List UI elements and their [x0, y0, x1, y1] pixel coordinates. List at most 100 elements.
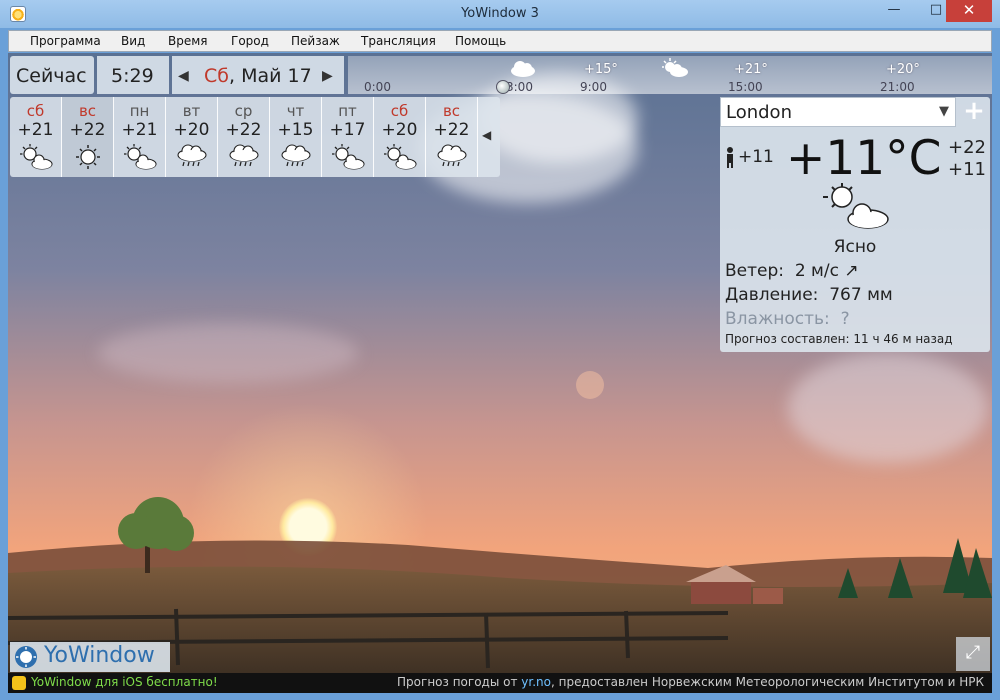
rain-icon: [436, 144, 467, 167]
forecast-day[interactable]: вт +20: [166, 97, 218, 177]
forecast-day[interactable]: чт +15: [270, 97, 322, 177]
forecast-day-name: сб: [26, 102, 45, 120]
partly-cloudy-icon: [662, 58, 688, 77]
partly-cloudy-icon: [331, 144, 365, 170]
condition-text: Ясно: [833, 237, 877, 257]
yrno-link[interactable]: yr.no: [521, 675, 551, 689]
logo-text: YoWindow: [44, 643, 155, 668]
forecast-day-name: чт: [286, 102, 305, 120]
partly-cloudy-icon: [123, 144, 157, 170]
close-button[interactable]: ✕: [946, 0, 992, 22]
now-button[interactable]: Сейчас: [10, 56, 94, 94]
timeline-temp: +21°: [734, 62, 768, 77]
now-label: Сейчас: [16, 65, 87, 87]
forecast-day[interactable]: пт +17: [322, 97, 374, 177]
status-bar: YoWindow для iOS бесплатно! Прогноз пого…: [8, 673, 992, 693]
date-selector[interactable]: ◀ Сб, Май 17 ▶: [172, 56, 344, 94]
forecast-day[interactable]: сб +21: [10, 97, 62, 177]
current-temperature: +11°C: [786, 131, 942, 186]
forecast-day[interactable]: сб +20: [374, 97, 426, 177]
minimize-button[interactable]: —: [880, 0, 908, 22]
timeline-hour: 3:00: [506, 80, 533, 94]
prev-day-icon[interactable]: ◀: [178, 68, 189, 84]
sun-icon: [75, 145, 100, 169]
yowindow-small-icon: [12, 676, 26, 690]
timeline-slider-handle[interactable]: [496, 80, 510, 94]
forecast-day[interactable]: вс +22: [62, 97, 114, 177]
feels-like-temp: +11: [738, 147, 774, 167]
forecast-day-name: пн: [129, 102, 150, 120]
title-bar[interactable]: YoWindow 3 — □ ✕: [0, 0, 1000, 28]
weather-scene[interactable]: Сейчас 5:29 ◀ Сб, Май 17 ▶ 0:00 3:00 9:0…: [8, 53, 992, 673]
forecast-day-temp: +22: [225, 120, 262, 140]
high-temp: +22: [948, 137, 986, 158]
forecast-day-temp: +17: [329, 120, 366, 140]
ios-promo-link[interactable]: YoWindow для iOS бесплатно!: [31, 675, 218, 689]
partly-cloudy-icon: [383, 144, 417, 170]
city-selector[interactable]: London ▼: [720, 97, 956, 127]
forecast-day-name: ср: [234, 102, 253, 120]
forecast-age-note: Прогноз составлен: 11 ч 46 м назад: [725, 332, 953, 346]
forecast-day[interactable]: ср +22: [218, 97, 270, 177]
rain-icon: [228, 144, 259, 167]
forecast-day[interactable]: вс +22: [426, 97, 478, 177]
menu-time[interactable]: Время: [168, 34, 208, 48]
current-weather-panel: London ▼ + +11 +11°C +22 +11 Ясно Ветер:…: [720, 97, 990, 352]
fullscreen-button[interactable]: ⤢: [956, 637, 990, 671]
menu-bar: Программа Вид Время Город Пейзаж Трансля…: [8, 30, 992, 52]
hourly-timeline[interactable]: 0:00 3:00 9:00 15:00 21:00 +15° +21° +20…: [348, 56, 992, 94]
partly-cloudy-icon: [19, 144, 53, 170]
attribution: Прогноз погоды от yr.no, предоставлен Но…: [397, 675, 984, 689]
time-label: 5:29: [111, 65, 154, 87]
menu-city[interactable]: Город: [231, 34, 269, 48]
current-time[interactable]: 5:29: [97, 56, 169, 94]
attribution-prefix: Прогноз погоды от: [397, 675, 522, 689]
daily-forecast: сб +21 вс +22 пн +21 вт +20 ср +22 чт +15 пт +17 сб +20…: [10, 97, 500, 177]
next-day-icon[interactable]: ▶: [322, 68, 333, 84]
cloud-icon: [511, 61, 535, 77]
yowindow-logo[interactable]: YoWindow: [10, 642, 170, 672]
humidity-value: ?: [840, 309, 850, 329]
menu-broadcast[interactable]: Трансляция: [361, 34, 436, 48]
forecast-day-temp: +20: [381, 120, 418, 140]
forecast-day-name: вс: [78, 102, 97, 120]
attribution-suffix: , предоставлен Норвежским Метеорологичес…: [550, 675, 984, 689]
timeline-temp: +15°: [584, 62, 618, 77]
forecast-day-temp: +22: [69, 120, 106, 140]
collapse-forecast-icon[interactable]: ◀: [482, 128, 491, 142]
pressure-row: Давление: 767 мм: [725, 285, 893, 305]
rain-icon: [280, 144, 311, 167]
date-weekday: Сб: [204, 65, 229, 87]
menu-help[interactable]: Помощь: [455, 34, 506, 48]
chevron-down-icon[interactable]: ▼: [939, 104, 949, 119]
window-title: YoWindow 3: [461, 6, 539, 21]
person-icon: [727, 147, 733, 168]
forecast-day-temp: +15: [277, 120, 314, 140]
city-name: London: [726, 102, 792, 123]
timeline-hour: 0:00: [364, 80, 391, 94]
timeline-hour: 9:00: [580, 80, 607, 94]
add-city-button[interactable]: +: [960, 97, 988, 127]
low-temp: +11: [948, 159, 986, 180]
forecast-day-name: пт: [338, 102, 357, 120]
humidity-row: Влажность: ?: [725, 309, 850, 329]
forecast-day-temp: +20: [173, 120, 210, 140]
forecast-day-name: вт: [182, 102, 201, 120]
timeline-hour: 15:00: [728, 80, 763, 94]
wind-label: Ветер:: [725, 261, 785, 281]
menu-program[interactable]: Программа: [30, 34, 101, 48]
timeline-temp: +20°: [886, 62, 920, 77]
forecast-day[interactable]: пн +21: [114, 97, 166, 177]
forecast-day-temp: +21: [121, 120, 158, 140]
timeline-hour: 21:00: [880, 80, 915, 94]
rain-icon: [176, 144, 207, 167]
forecast-day-name: сб: [390, 102, 409, 120]
date-text: , Май 17: [228, 65, 312, 87]
sun-face-icon: [15, 646, 37, 668]
menu-view[interactable]: Вид: [121, 34, 145, 48]
pressure-value: 767 мм: [829, 285, 893, 305]
pressure-label: Давление:: [725, 285, 819, 305]
menu-landscape[interactable]: Пейзаж: [291, 34, 340, 48]
forecast-day-name: вс: [442, 102, 461, 120]
forecast-day-temp: +21: [17, 120, 54, 140]
